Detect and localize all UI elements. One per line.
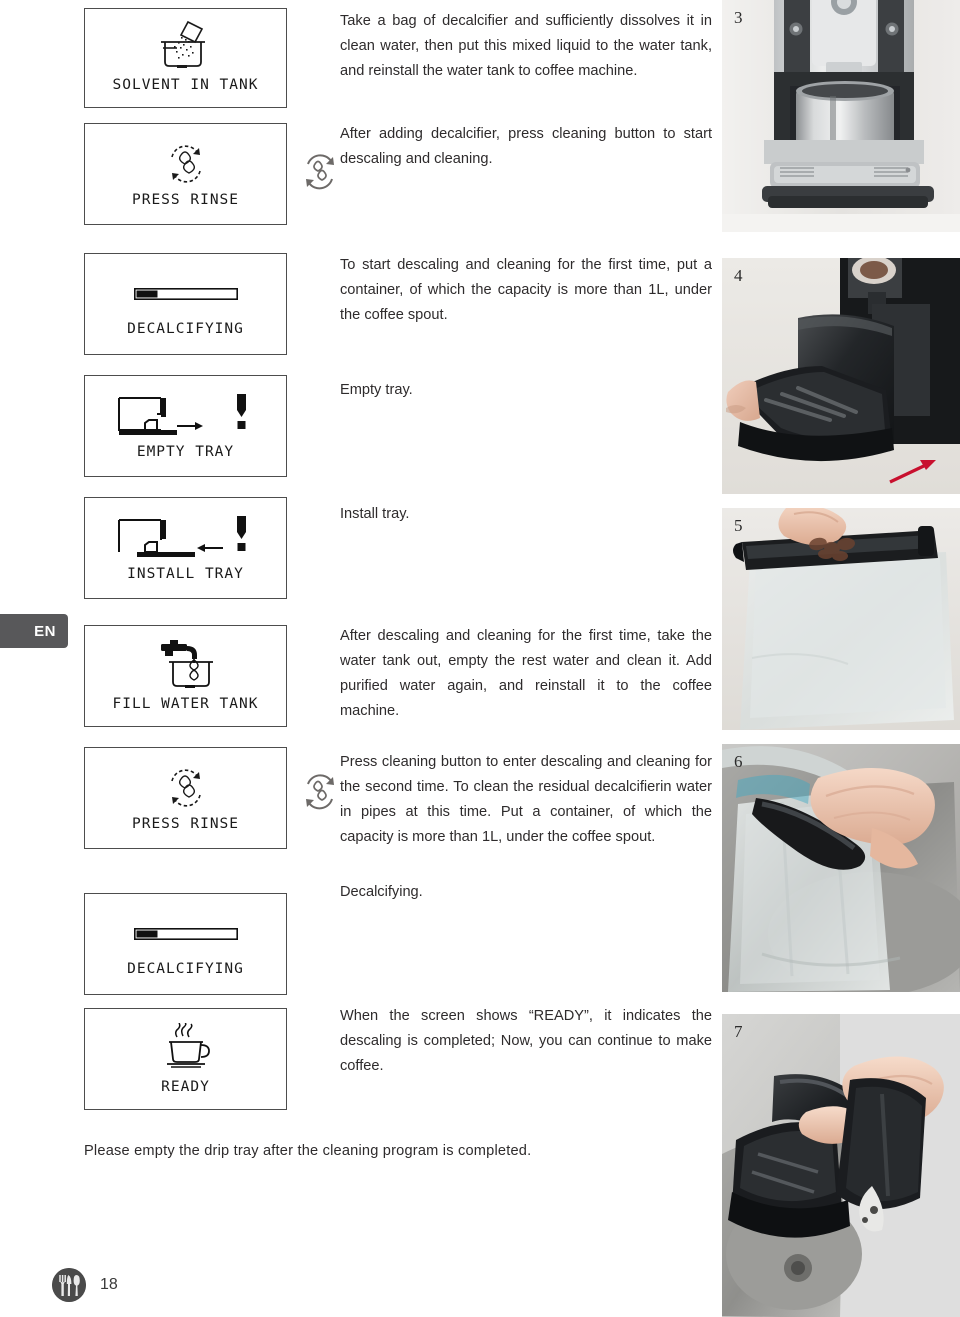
photo-6: 6 — [722, 744, 960, 992]
cutlery-circle-logo — [52, 1268, 86, 1302]
progress-bar-glyph — [133, 928, 238, 940]
photo-number: 3 — [734, 8, 743, 27]
cutlery-logo-glyph — [52, 1268, 86, 1302]
display-panel-press-rinse-2: PRESS RINSE — [84, 747, 287, 849]
step-text-fill-water-tank: After descaling and cleaning for the fir… — [340, 628, 712, 719]
panel-label: DECALCIFYING — [127, 961, 244, 977]
coffee-cup-icon — [85, 1023, 286, 1073]
step-text-press-rinse-1: After adding decalcifier, press cleaning… — [340, 126, 712, 167]
panel-label: DECALCIFYING — [127, 321, 244, 337]
photo-number: 6 — [734, 752, 743, 771]
progress-bar-glyph — [133, 288, 238, 300]
photo-7: 7 — [722, 1014, 960, 1317]
rinse-button-glyph — [306, 154, 334, 190]
step-text-decalcifying-2: Decalcifying. — [340, 884, 423, 900]
step-text-empty-tray: Empty tray. — [340, 382, 413, 398]
footer-note: Please empty the drip tray after the cle… — [84, 1143, 532, 1159]
panel-label: FILL WATER TANK — [112, 696, 259, 712]
language-tab-en[interactable]: EN — [0, 614, 68, 648]
step-text-ready: When the screen shows “READY”, it indica… — [340, 1008, 712, 1074]
powder-into-tank-glyph — [160, 20, 205, 68]
display-panel-install-tray: INSTALL TRAY — [84, 497, 287, 599]
photo-number: 7 — [734, 1022, 743, 1041]
page-number: 18 — [100, 1276, 118, 1293]
step-text-install-tray: Install tray. — [340, 506, 410, 522]
powder-into-tank-icon — [85, 20, 286, 71]
empty-tray-icon — [85, 392, 286, 440]
panel-label: EMPTY TRAY — [136, 444, 235, 460]
panel-label: SOLVENT IN TANK — [112, 77, 259, 93]
display-panel-solvent-in-tank: SOLVENT IN TANK — [84, 8, 287, 108]
empty-tray-glyph — [117, 394, 246, 435]
photo-5-image — [722, 508, 960, 730]
photo-4: 4 — [722, 258, 960, 494]
photo-6-image — [722, 744, 960, 992]
rinse-button-icon-2[interactable] — [300, 772, 340, 812]
display-panel-decalcifying-1: DECALCIFYING — [84, 253, 287, 355]
progress-bar-icon — [85, 926, 286, 942]
language-tab-label: EN — [34, 622, 56, 640]
display-panel-empty-tray: EMPTY TRAY — [84, 375, 287, 477]
display-panel-ready: READY — [84, 1008, 287, 1110]
install-tray-glyph — [117, 516, 246, 557]
display-panel-decalcifying-2: DECALCIFYING — [84, 893, 287, 995]
faucet-fill-tank-icon — [85, 640, 286, 692]
step-text-press-rinse-2: Press cleaning button to enter descaling… — [340, 754, 712, 845]
photo-5: 5 — [722, 508, 960, 730]
panel-label: PRESS RINSE — [131, 816, 240, 832]
rinse-cycle-glyph — [170, 145, 201, 183]
panel-label: READY — [161, 1079, 210, 1095]
rinse-cycle-glyph — [170, 769, 201, 807]
page-footer: 18 — [52, 1268, 118, 1302]
rinse-button-glyph — [306, 774, 334, 810]
photo-7-image — [722, 1014, 960, 1317]
step-text-solvent-in-tank: Take a bag of decalcifier and sufficient… — [340, 13, 712, 79]
display-panel-fill-water-tank: FILL WATER TANK — [84, 625, 287, 727]
rinse-button-icon-1[interactable] — [300, 152, 340, 192]
photo-3-image — [722, 0, 960, 232]
faucet-fill-tank-glyph — [160, 640, 213, 688]
progress-bar-icon — [85, 286, 286, 302]
display-panel-press-rinse-1: PRESS RINSE — [84, 123, 287, 225]
install-tray-icon — [85, 514, 286, 562]
photo-number: 5 — [734, 516, 743, 535]
panel-label: INSTALL TRAY — [127, 566, 244, 582]
photo-4-image — [722, 258, 960, 494]
photo-3: 3 — [722, 0, 960, 232]
photo-number: 4 — [734, 266, 743, 285]
panel-label: PRESS RINSE — [131, 192, 240, 208]
coffee-cup-glyph — [166, 1023, 210, 1068]
rinse-cycle-icon — [85, 142, 286, 186]
rinse-cycle-icon — [85, 766, 286, 810]
step-text-decalcifying-1: To start descaling and cleaning for the … — [340, 257, 712, 323]
